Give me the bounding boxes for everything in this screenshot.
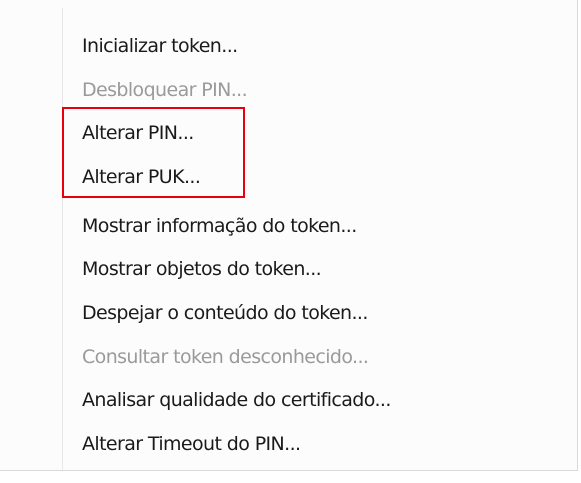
menu-item-analisar-qualidade[interactable]: Analisar qualidade do certificado... [82, 380, 391, 420]
menu-item-consultar-token: Consultar token desconhecido... [82, 346, 369, 368]
menu-icon-gutter-divider [62, 8, 63, 470]
menu-item-desbloquear-pin: Desbloquear PIN... [82, 79, 248, 101]
menu-item-mostrar-informacao[interactable]: Mostrar informação do token... [82, 206, 357, 246]
menu-item-despejar-conteudo[interactable]: Despejar o conteúdo do token... [82, 293, 368, 333]
menu-item-alterar-timeout[interactable]: Alterar Timeout do PIN... [82, 424, 301, 464]
menu-item-mostrar-objetos[interactable]: Mostrar objetos do token... [82, 249, 322, 289]
highlight-annotation-box [62, 107, 245, 198]
context-menu: Inicializar token... Desbloquear PIN... … [0, 0, 578, 471]
menu-item-inicializar-token[interactable]: Inicializar token... [82, 26, 238, 66]
